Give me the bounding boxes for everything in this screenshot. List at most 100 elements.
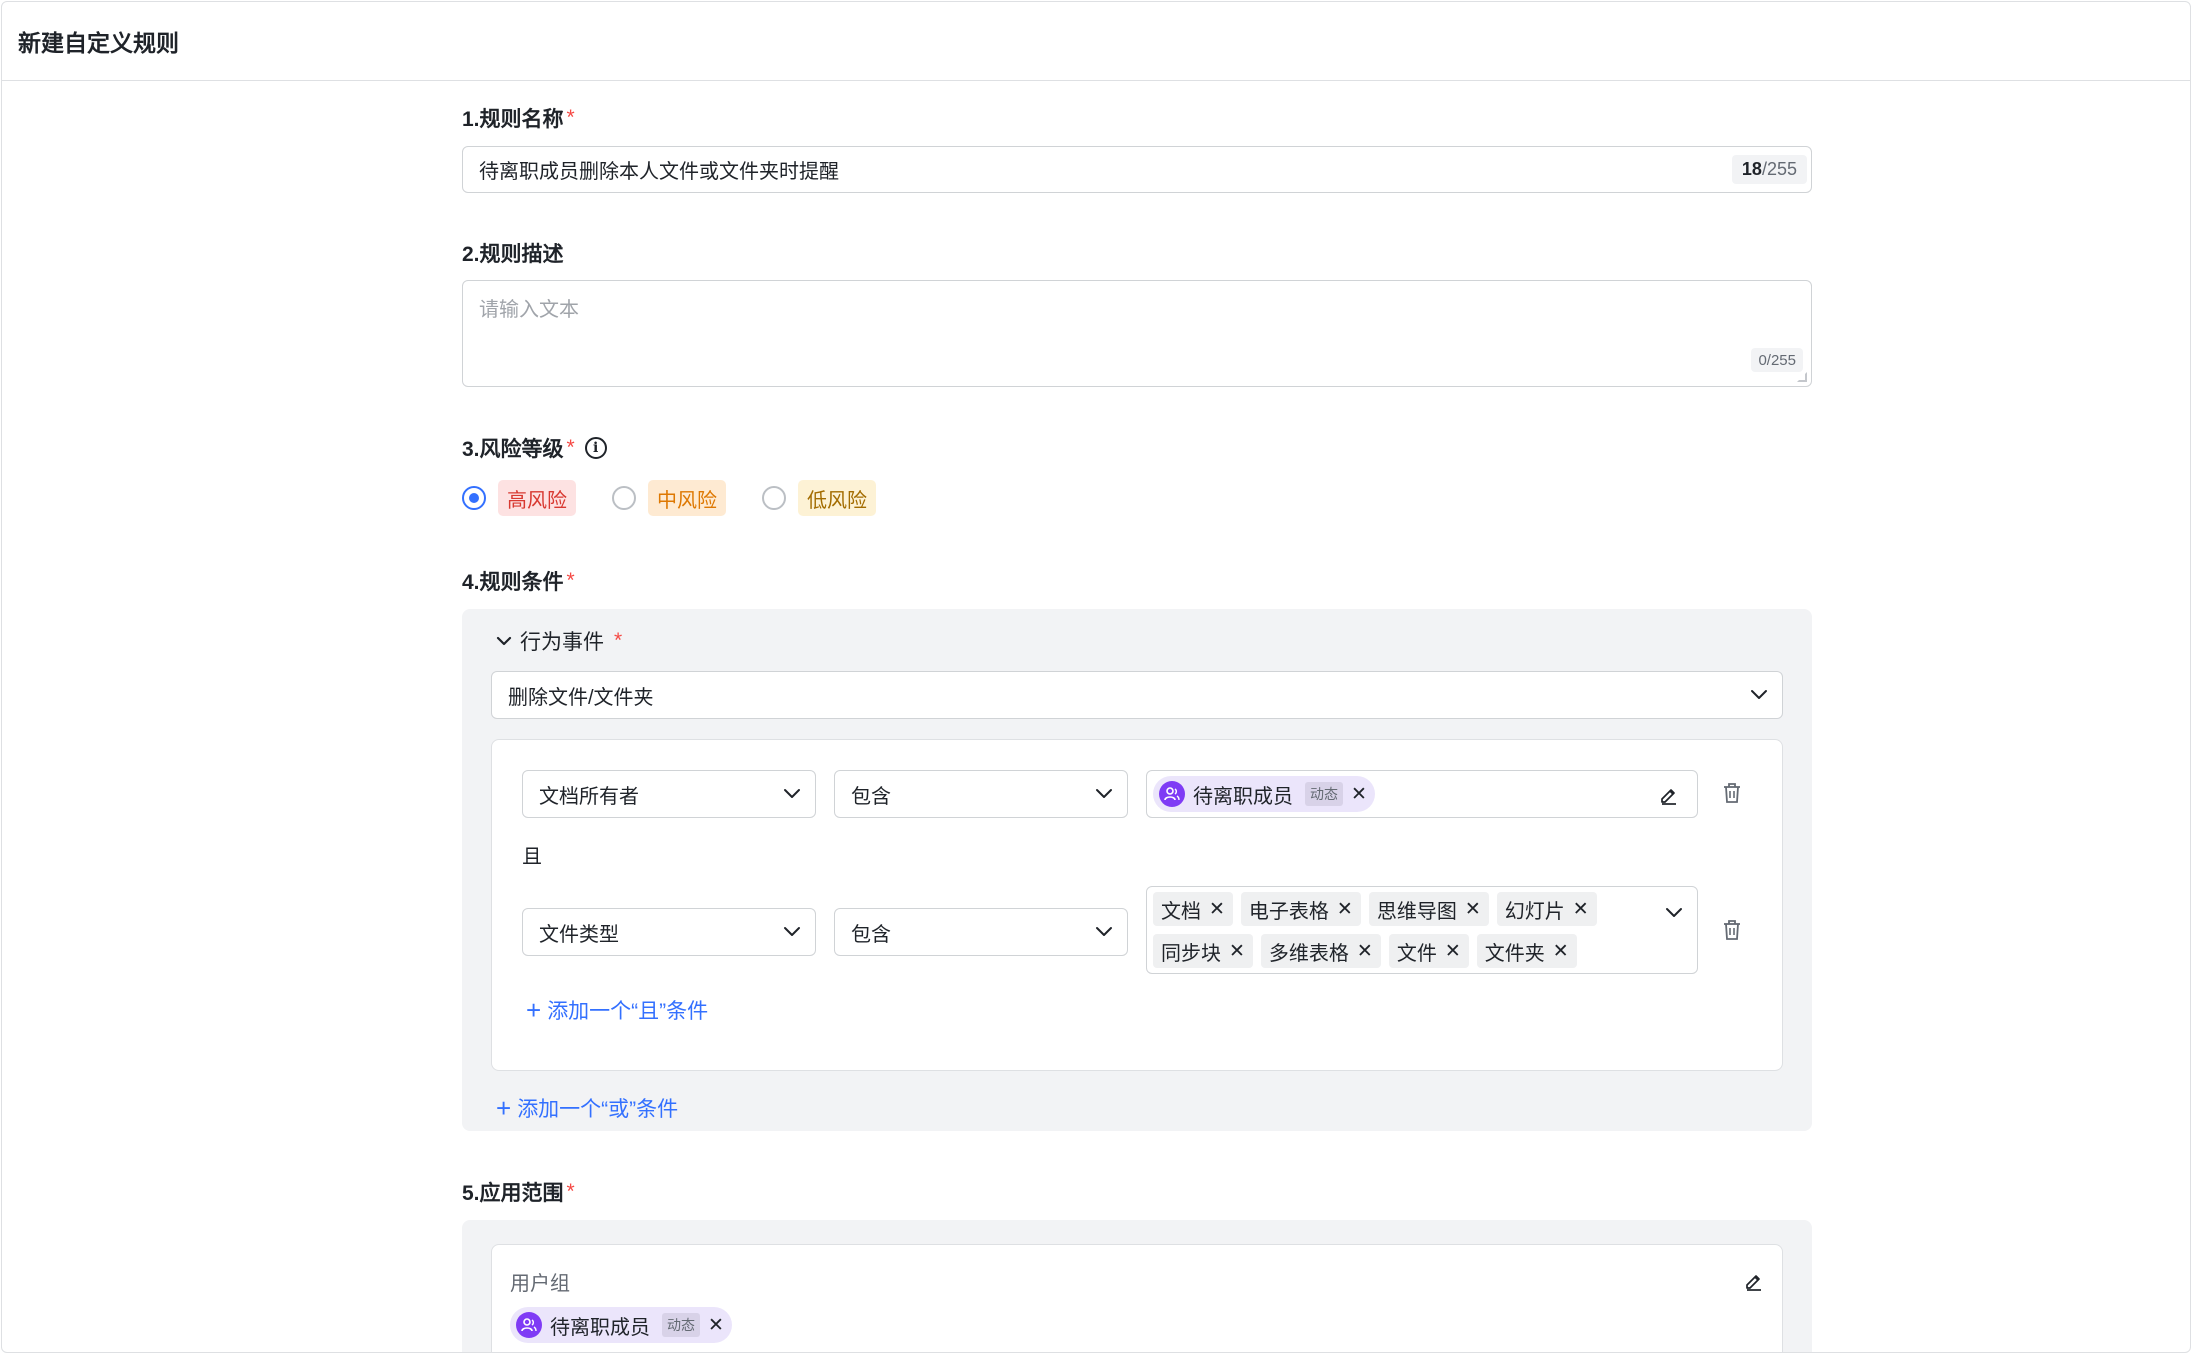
condition-operator-select[interactable]: 包含 bbox=[834, 770, 1128, 818]
remove-tag-icon[interactable]: ✕ bbox=[1573, 900, 1589, 919]
event-select[interactable]: 删除文件/文件夹 bbox=[491, 671, 1783, 719]
file-type-tag: 幻灯片 ✕ bbox=[1496, 892, 1597, 926]
chevron-down-icon bbox=[784, 927, 800, 936]
user-group-name: 待离职成员 bbox=[550, 1316, 650, 1339]
condition-field-select[interactable]: 文档所有者 bbox=[522, 770, 816, 818]
scope-panel: 用户组 待离职成员 动态 ✕ bbox=[462, 1220, 1812, 1352]
event-section-toggle[interactable]: 行为事件 * bbox=[496, 626, 622, 656]
condition-field-value: 文件类型 bbox=[539, 923, 619, 946]
remove-tag-icon[interactable]: ✕ bbox=[1553, 942, 1569, 961]
remove-tag-icon[interactable]: ✕ bbox=[1465, 900, 1481, 919]
rule-name-counter: 18 /255 bbox=[1731, 155, 1807, 184]
risk-tag-low: 低风险 bbox=[798, 480, 876, 516]
radio-low[interactable] bbox=[762, 486, 786, 510]
add-or-label: 添加一个“或”条件 bbox=[517, 1098, 679, 1121]
risk-tag-high: 高风险 bbox=[498, 480, 576, 516]
remove-tag-icon[interactable]: ✕ bbox=[1229, 942, 1245, 961]
file-type-label: 文件 bbox=[1396, 942, 1437, 965]
rule-editor-page: 新建自定义规则 1.规则名称 * 待离职成员删除本人文件或文件夹时提醒 18 /… bbox=[1, 1, 2191, 1353]
rule-desc-textarea[interactable]: 请输入文本 0/255 bbox=[462, 280, 1812, 387]
required-mark: * bbox=[566, 569, 575, 592]
file-type-tag: 电子表格 ✕ bbox=[1240, 892, 1361, 926]
rule-desc-label-text: 2.规则描述 bbox=[462, 243, 564, 266]
radio-high[interactable] bbox=[462, 486, 486, 510]
file-type-tag: 同步块 ✕ bbox=[1153, 934, 1253, 968]
file-type-label: 文件夹 bbox=[1484, 942, 1545, 965]
file-type-label: 幻灯片 bbox=[1504, 900, 1565, 923]
rule-name-input[interactable]: 待离职成员删除本人文件或文件夹时提醒 18 /255 bbox=[462, 146, 1812, 193]
file-type-label: 电子表格 bbox=[1248, 900, 1329, 923]
file-type-tag: 文件夹 ✕ bbox=[1476, 934, 1577, 968]
risk-level-radio-group: 高风险 中风险 低风险 bbox=[462, 480, 912, 516]
risk-tag-medium: 中风险 bbox=[648, 480, 726, 516]
condition-operator-value: 包含 bbox=[851, 923, 891, 946]
rule-name-label-text: 1.规则名称 bbox=[462, 108, 564, 131]
chevron-down-icon bbox=[496, 636, 512, 646]
event-value: 删除文件/文件夹 bbox=[508, 686, 654, 709]
and-connector: 且 bbox=[522, 846, 542, 868]
user-group-label: 用户组 bbox=[510, 1273, 570, 1295]
remove-tag-icon[interactable]: ✕ bbox=[1209, 900, 1225, 919]
page-title: 新建自定义规则 bbox=[18, 30, 179, 56]
file-type-label: 思维导图 bbox=[1376, 900, 1457, 923]
condition-operator-value: 包含 bbox=[851, 785, 891, 808]
remove-tag-icon[interactable]: ✕ bbox=[708, 1316, 724, 1335]
file-type-tag: 文件 ✕ bbox=[1388, 934, 1469, 968]
file-type-tag: 思维导图 ✕ bbox=[1368, 892, 1489, 926]
required-mark: * bbox=[566, 436, 575, 459]
radio-medium[interactable] bbox=[612, 486, 636, 510]
delete-condition-icon[interactable] bbox=[1722, 782, 1742, 804]
dynamic-badge: 动态 bbox=[662, 1313, 700, 1337]
remove-tag-icon[interactable]: ✕ bbox=[1351, 785, 1367, 804]
rule-desc-label: 2.规则描述 bbox=[462, 238, 564, 268]
delete-condition-icon[interactable] bbox=[1722, 919, 1742, 941]
edit-icon[interactable] bbox=[1744, 1271, 1764, 1291]
conditions-label-text: 4.规则条件 bbox=[462, 571, 564, 594]
dynamic-badge: 动态 bbox=[1305, 782, 1343, 806]
user-group-icon bbox=[1159, 781, 1185, 807]
rule-desc-placeholder: 请输入文本 bbox=[479, 299, 579, 321]
scope-label-text: 5.应用范围 bbox=[462, 1182, 564, 1205]
edit-icon[interactable] bbox=[1659, 785, 1679, 805]
risk-option-medium[interactable]: 中风险 bbox=[612, 480, 726, 516]
user-group-tag: 待离职成员 动态 ✕ bbox=[510, 1307, 732, 1343]
risk-level-label: 3.风险等级 * i bbox=[462, 433, 607, 463]
condition-field-value: 文档所有者 bbox=[539, 785, 639, 808]
scope-box: 用户组 待离职成员 动态 ✕ bbox=[491, 1244, 1783, 1352]
conditions-panel: 行为事件 * 删除文件/文件夹 文档所有者 包含 待离职成员 动态 ✕ 且 文件… bbox=[462, 609, 1812, 1131]
condition-group: 文档所有者 包含 待离职成员 动态 ✕ 且 文件类型 包含 文档 ✕ 电子表格 … bbox=[491, 739, 1783, 1071]
file-type-tag: 多维表格 ✕ bbox=[1260, 934, 1381, 968]
risk-option-high[interactable]: 高风险 bbox=[462, 480, 576, 516]
file-type-tag: 文档 ✕ bbox=[1153, 892, 1233, 926]
file-type-label: 文档 bbox=[1161, 900, 1201, 923]
chevron-down-icon bbox=[784, 789, 800, 798]
add-and-condition-button[interactable]: + 添加一个“且”条件 bbox=[526, 995, 708, 1025]
resize-grip-icon[interactable] bbox=[1797, 372, 1807, 382]
required-mark: * bbox=[614, 629, 623, 652]
rule-desc-counter: 0/255 bbox=[1751, 348, 1803, 372]
file-type-tags: 文档 ✕ 电子表格 ✕ 思维导图 ✕ 幻灯片 ✕ 同步块 ✕ 多维表格 ✕ 文件 ✕ 文件夹 ✕ bbox=[1153, 892, 1617, 976]
rule-name-value: 待离职成员删除本人文件或文件夹时提醒 bbox=[479, 161, 839, 183]
plus-icon: + bbox=[526, 995, 542, 1025]
event-label: 行为事件 bbox=[520, 631, 604, 654]
file-type-label: 多维表格 bbox=[1268, 942, 1349, 965]
add-or-condition-button[interactable]: + 添加一个“或”条件 bbox=[496, 1093, 678, 1123]
add-and-label: 添加一个“且”条件 bbox=[547, 1000, 709, 1023]
required-mark: * bbox=[566, 106, 575, 129]
file-type-multiselect[interactable]: 文档 ✕ 电子表格 ✕ 思维导图 ✕ 幻灯片 ✕ 同步块 ✕ 多维表格 ✕ 文件 ✕ 文件夹 ✕ bbox=[1146, 886, 1698, 974]
condition-operator-select[interactable]: 包含 bbox=[834, 908, 1128, 956]
info-icon[interactable]: i bbox=[584, 437, 607, 459]
chevron-down-icon bbox=[1751, 690, 1767, 699]
condition-field-select[interactable]: 文件类型 bbox=[522, 908, 816, 956]
remove-tag-icon[interactable]: ✕ bbox=[1337, 900, 1353, 919]
rule-name-max: /255 bbox=[1761, 159, 1797, 179]
condition-user-value[interactable]: 待离职成员 动态 ✕ bbox=[1146, 770, 1698, 818]
file-type-label: 同步块 bbox=[1161, 942, 1221, 965]
remove-tag-icon[interactable]: ✕ bbox=[1357, 942, 1373, 961]
user-group-icon bbox=[516, 1312, 542, 1338]
rule-name-label: 1.规则名称 * bbox=[462, 103, 575, 133]
risk-option-low[interactable]: 低风险 bbox=[762, 480, 876, 516]
user-group-name: 待离职成员 bbox=[1193, 785, 1293, 808]
remove-tag-icon[interactable]: ✕ bbox=[1445, 942, 1461, 961]
plus-icon: + bbox=[496, 1093, 512, 1123]
